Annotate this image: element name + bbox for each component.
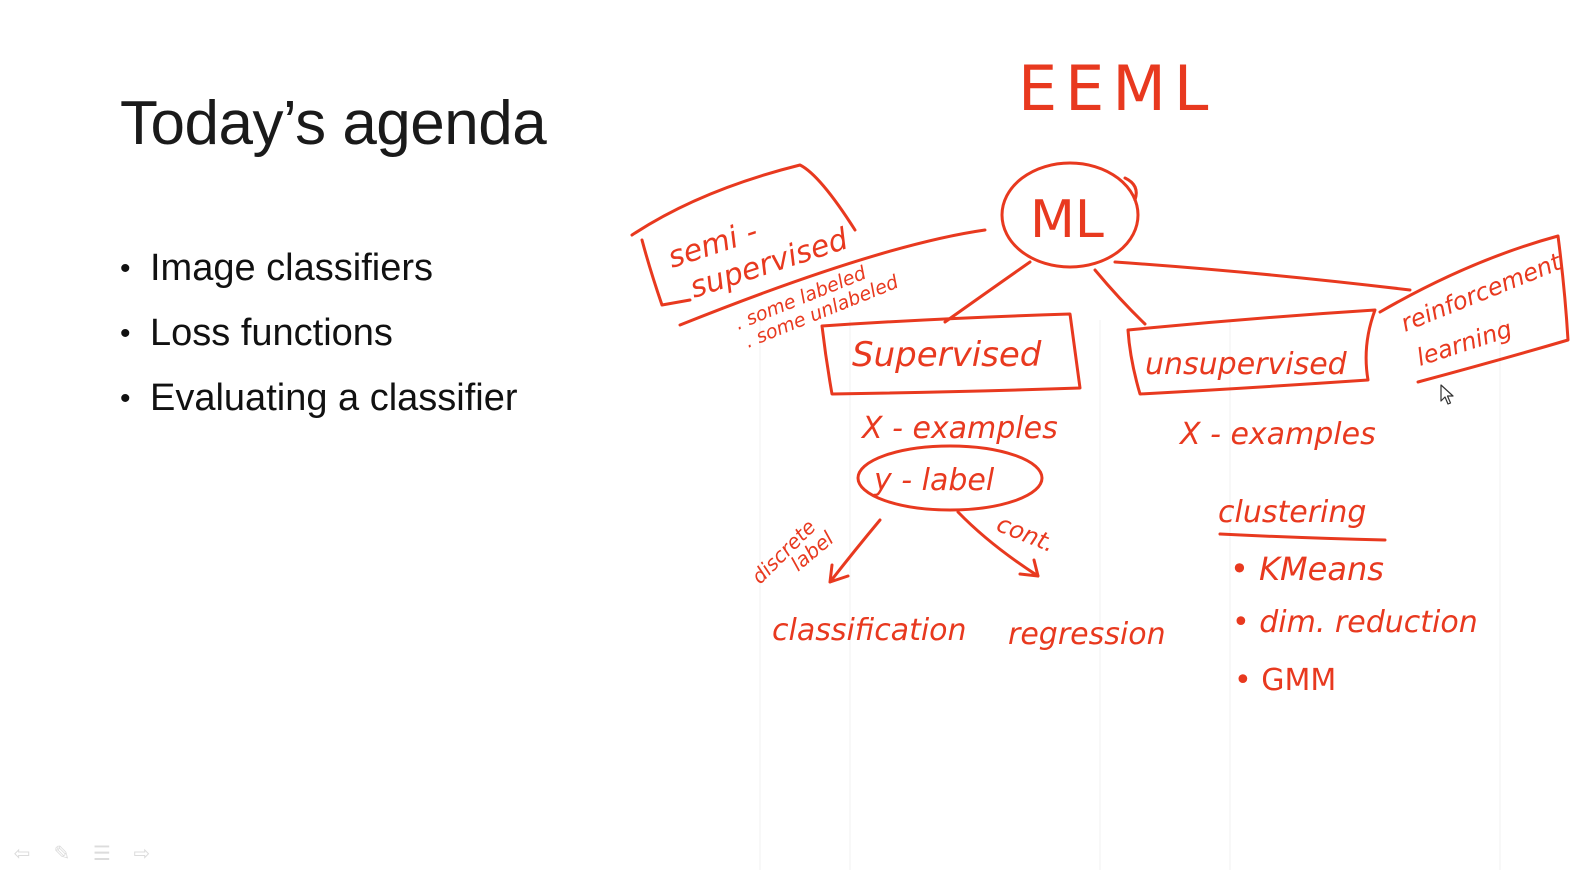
mouse-cursor-icon: [1440, 384, 1454, 405]
bullet-icon: •: [120, 317, 131, 350]
list-item: • Image classifiers: [120, 236, 518, 301]
agenda-item-label: Image classifiers: [150, 247, 433, 289]
agenda-item-label: Evaluating a classifier: [150, 377, 518, 419]
bullet-icon: •: [120, 252, 131, 285]
agenda-list: • Image classifiers • Loss functions • Eval…: [120, 236, 518, 431]
arrow-left-icon[interactable]: ⇦: [10, 841, 34, 865]
agenda-item-label: Loss functions: [150, 312, 393, 354]
slideshow-controls: ⇦ ✎ ☰ ⇨: [10, 841, 154, 865]
list-item: • Loss functions: [120, 301, 518, 366]
arrow-right-icon[interactable]: ⇨: [130, 841, 154, 865]
slide-title: Today’s agenda: [120, 89, 547, 158]
list-item: • Evaluating a classifier: [120, 366, 518, 431]
menu-icon[interactable]: ☰: [90, 841, 114, 865]
bullet-icon: •: [120, 382, 131, 415]
pen-icon[interactable]: ✎: [50, 841, 74, 865]
slide: Today’s agenda • Image classifiers • Loss …: [0, 0, 1596, 892]
